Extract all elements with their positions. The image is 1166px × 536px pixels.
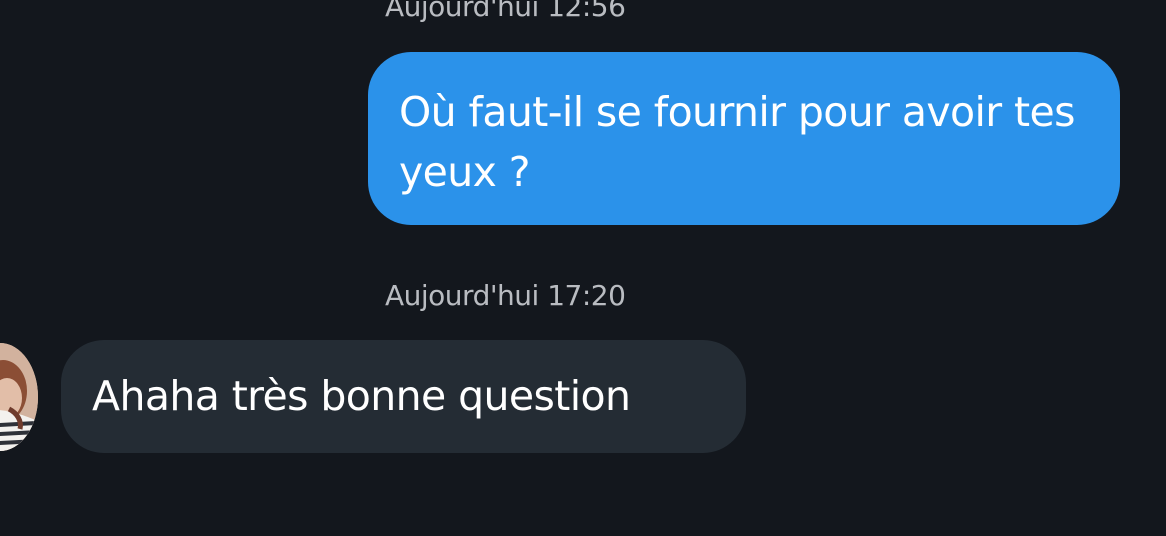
- incoming-message-bubble[interactable]: Ahaha très bonne question: [61, 340, 746, 453]
- message-timestamp: Aujourd'hui 12:56: [385, 0, 626, 23]
- chat-screen: Aujourd'hui 12:56 Où faut-il se fournir …: [0, 0, 1166, 536]
- outgoing-message-bubble[interactable]: Où faut-il se fournir pour avoir tes yeu…: [368, 52, 1120, 225]
- message-timestamp: Aujourd'hui 17:20: [385, 279, 626, 312]
- contact-avatar[interactable]: [0, 343, 38, 451]
